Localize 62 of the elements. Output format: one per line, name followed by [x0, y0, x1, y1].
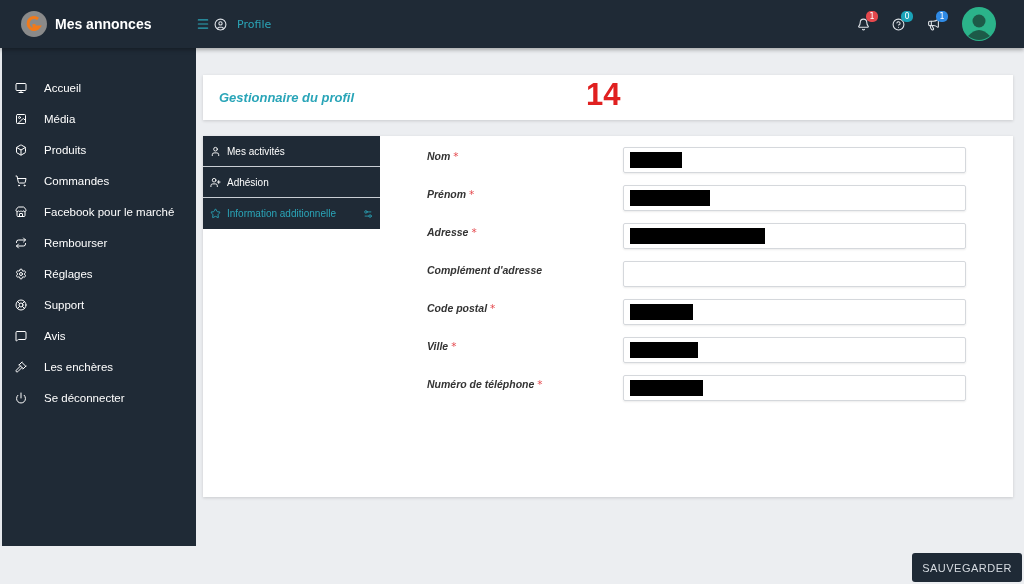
sidebar-item[interactable]: Réglages — [2, 258, 196, 290]
field-label: Code postal — [427, 301, 488, 314]
comment-icon — [15, 330, 27, 343]
sidebar-item[interactable]: Produits — [2, 134, 196, 166]
input-field[interactable] — [623, 375, 966, 401]
repeat-icon — [15, 237, 27, 249]
required-mark: * — [537, 377, 543, 390]
field-label: Nom — [427, 149, 451, 162]
sidebar-item[interactable]: Avis — [2, 320, 196, 352]
monitor-icon — [15, 81, 27, 94]
box-icon — [15, 143, 27, 156]
cart-icon — [15, 174, 27, 187]
logo-icon — [21, 11, 47, 37]
sidebar-item[interactable]: Rembourser — [2, 227, 196, 259]
image-icon — [15, 112, 27, 125]
gavel-icon — [15, 361, 27, 374]
app-title: Mes annonces — [55, 16, 152, 32]
help-icon[interactable] — [892, 17, 905, 31]
required-mark: * — [451, 339, 457, 352]
profile-tab[interactable]: Information additionnelle — [203, 198, 380, 229]
required-mark: * — [453, 149, 459, 162]
input-field[interactable] — [623, 147, 966, 173]
store-icon — [15, 205, 27, 218]
field-label: Numéro de téléphone — [427, 377, 535, 390]
megaphone-icon[interactable] — [927, 17, 940, 31]
profile-tab[interactable]: Adhésion — [203, 167, 380, 198]
input-field[interactable] — [623, 223, 966, 249]
sidebar-item[interactable]: Commandes — [2, 165, 196, 197]
input-field[interactable] — [623, 261, 966, 287]
field-label: Prénom — [427, 187, 467, 200]
bell-icon[interactable] — [857, 17, 870, 31]
sidebar-item[interactable]: Accueil — [2, 72, 196, 104]
user-circle-icon — [214, 17, 227, 31]
field-label: Ville — [427, 339, 449, 352]
user-icon — [210, 145, 221, 157]
input-field[interactable] — [623, 185, 966, 211]
required-mark: * — [471, 225, 477, 238]
page-title: Gestionnaire du profil — [219, 90, 355, 105]
star-icon — [210, 208, 221, 219]
input-field[interactable] — [623, 299, 966, 325]
breadcrumb-link[interactable]: Profile — [237, 17, 272, 31]
required-mark: * — [469, 187, 475, 200]
power-icon — [15, 392, 27, 405]
profile-tab[interactable]: Mes activités — [203, 136, 380, 167]
annotation-number: 14 — [586, 77, 621, 113]
avatar-icon[interactable] — [962, 7, 996, 41]
save-button[interactable]: SAUVEGARDER — [912, 553, 1022, 582]
menu-icon[interactable] — [196, 17, 210, 31]
sidebar-item[interactable]: Support — [2, 289, 196, 321]
sidebar-item[interactable]: Facebook pour le marché — [2, 196, 196, 228]
field-label: Complément d'adresse — [427, 263, 543, 276]
count-badge: 1 — [936, 10, 948, 22]
sidebar-item[interactable]: Les enchères — [2, 351, 196, 383]
required-mark: * — [490, 301, 496, 314]
input-field[interactable] — [623, 337, 966, 363]
user-plus-icon — [210, 176, 221, 188]
field-label: Adresse — [427, 225, 469, 238]
lifebuoy-icon — [15, 299, 27, 312]
sidebar-item[interactable]: Se déconnecter — [2, 382, 196, 415]
sidebar-item[interactable]: Média — [2, 103, 196, 135]
count-badge: 1 — [866, 10, 878, 22]
count-badge: 0 — [901, 10, 913, 22]
